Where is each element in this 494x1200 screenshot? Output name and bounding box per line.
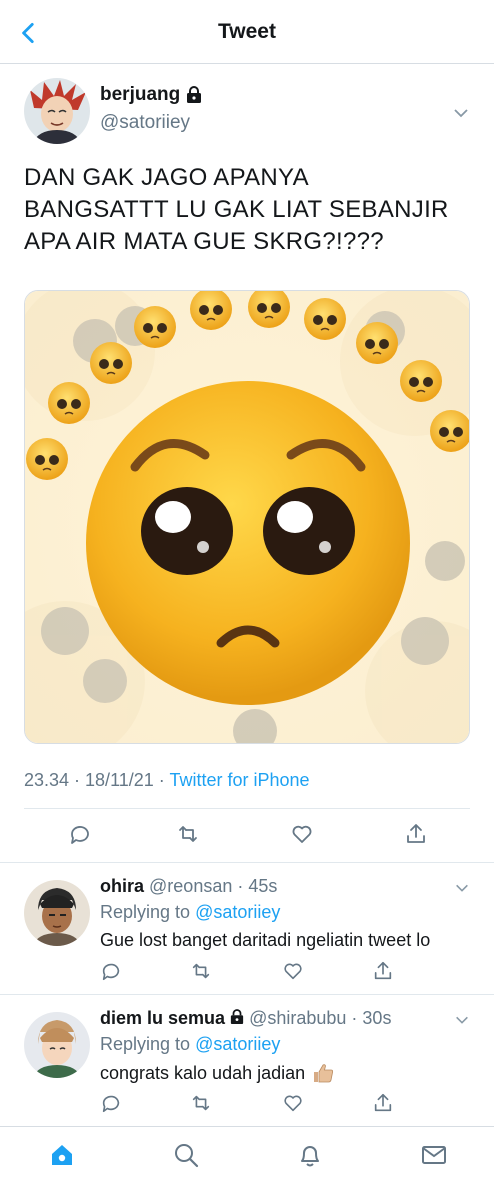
reply-author-name[interactable]: diem lu semua [100,1008,225,1028]
tweet-source-link[interactable]: Twitter for iPhone [169,770,309,790]
retweet-icon[interactable] [190,960,212,982]
lock-icon [230,1009,244,1024]
chevron-down-icon[interactable] [454,1012,470,1028]
reply-icon[interactable] [68,822,92,846]
reply-tweet[interactable]: diem lu semua @shirabubu · 30s Replying … [0,998,494,1122]
bottom-tab-bar [0,1126,494,1200]
reply-age: 45s [248,876,278,896]
lock-icon [187,86,202,103]
like-heart-icon[interactable] [290,822,314,846]
author-handle[interactable]: @satoriiey [100,112,190,134]
share-icon[interactable] [404,822,428,846]
reply-author-name[interactable]: ohira [100,876,144,896]
search-icon[interactable] [172,1141,200,1169]
big-pleading-face [86,381,410,705]
chevron-down-icon[interactable] [452,104,470,122]
reply-author-handle[interactable]: @reonsan [149,876,232,896]
reply-avatar[interactable] [24,880,90,946]
chevron-down-icon[interactable] [454,880,470,896]
reply-text: Gue lost banget daritadi ngeliatin tweet… [100,930,431,950]
home-icon[interactable] [48,1141,76,1169]
tweet-author: berjuang @satoriiey [24,78,474,144]
reply-header: ohira @reonsan · 45s [100,876,278,896]
divider [24,808,470,809]
reply-avatar[interactable] [24,1012,90,1078]
reply-header: diem lu semua @shirabubu · 30s [100,1008,392,1028]
replying-to: Replying to @satoriiey [100,1034,281,1054]
reply-age: 30s [362,1008,392,1028]
reply-icon[interactable] [100,1092,122,1114]
replying-to-link[interactable]: @satoriiey [195,902,280,922]
top-nav-bar: Tweet [0,0,494,64]
like-heart-icon[interactable] [282,960,304,982]
like-heart-icon[interactable] [282,1092,304,1114]
notifications-bell-icon[interactable] [296,1141,324,1169]
retweet-icon[interactable] [176,822,200,846]
tweet-timestamp: 23.34 · 18/11/21 · Twitter for iPhone [24,770,310,790]
thumbs-up-emoji-icon [314,1064,334,1083]
replying-to-link[interactable]: @satoriiey [195,1034,280,1054]
share-icon[interactable] [372,960,394,982]
back-chevron-icon[interactable] [16,20,42,46]
page-title: Tweet [218,19,276,43]
tweet-action-bar [0,812,494,858]
author-name[interactable]: berjuang [100,84,202,106]
reply-icon[interactable] [100,960,122,982]
messages-mail-icon[interactable] [420,1141,448,1169]
pleading-face-emoji-image [25,291,469,743]
replying-to: Replying to @satoriiey [100,902,281,922]
divider [0,994,494,995]
share-icon[interactable] [372,1092,394,1114]
retweet-icon[interactable] [190,1092,212,1114]
tweet-text: DAN GAK JAGO APANYA BANGSATTT LU GAK LIA… [24,164,449,255]
tweet-image[interactable] [24,290,470,744]
divider [0,862,494,863]
reply-author-handle[interactable]: @shirabubu [249,1008,346,1028]
reply-text: congrats kalo udah jadian [100,1062,335,1084]
author-avatar[interactable] [24,78,90,144]
reply-tweet[interactable]: ohira @reonsan · 45s Replying to @satori… [0,866,494,990]
